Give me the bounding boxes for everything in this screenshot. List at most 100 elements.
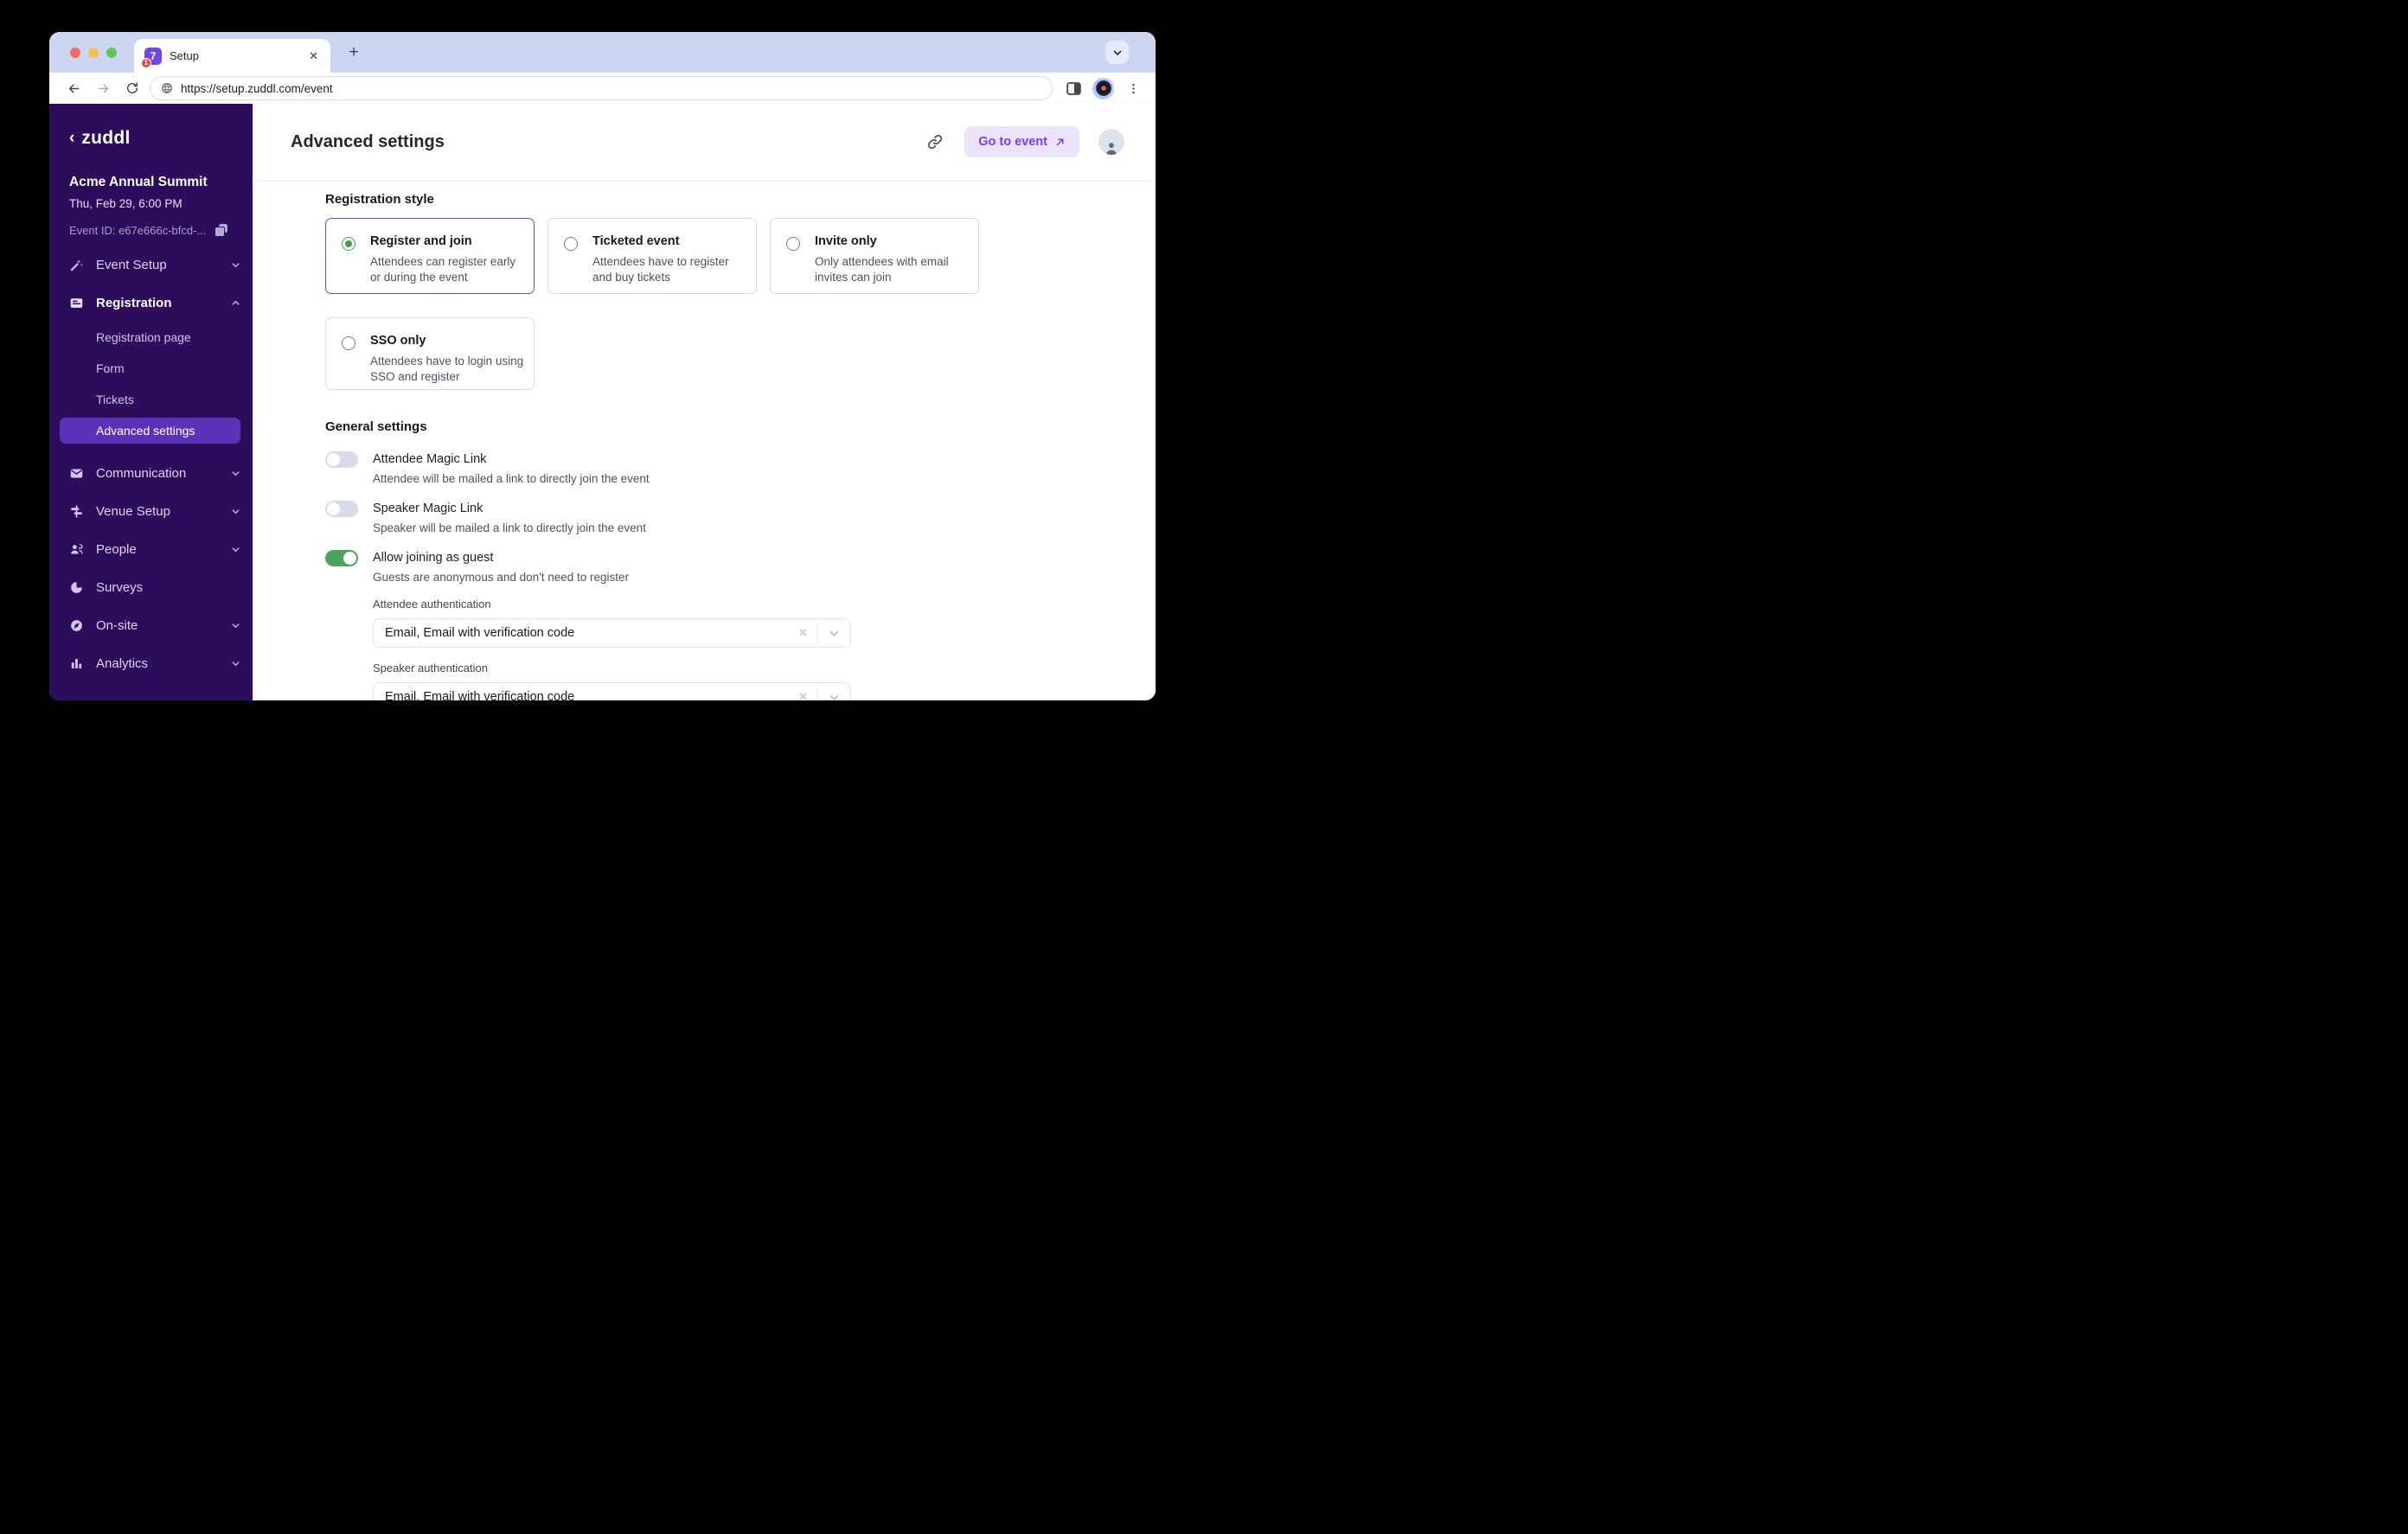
person-icon (1106, 143, 1117, 155)
desktop: { "browser": { "tab_title": "Setup", "fa… (0, 0, 1204, 767)
user-avatar[interactable] (1098, 129, 1124, 155)
select-value: Email, Email with verification code (385, 690, 575, 700)
select-value: Email, Email with verification code (385, 626, 575, 640)
close-window-button[interactable] (70, 48, 80, 58)
browser-tab-strip: 7 1 Setup ✕ + (49, 32, 1156, 73)
registration-style-options: Register and join Attendees can register… (325, 218, 1104, 294)
event-id: Event ID: e67e666c-bfcd-... (69, 224, 207, 237)
copy-link-button[interactable] (925, 131, 945, 152)
minimize-window-button[interactable] (88, 48, 99, 58)
arrow-up-right-icon (1056, 138, 1064, 145)
option-title: Register and join (370, 234, 472, 248)
option-title: SSO only (370, 334, 426, 348)
reload-button[interactable] (122, 78, 143, 99)
zuddl-logo: zuddl (81, 128, 131, 148)
speaker-authentication-label: Speaker authentication (373, 662, 488, 674)
sidebar-item-communication[interactable]: Communication (49, 458, 253, 488)
sidebar-item-label: Analytics (96, 655, 149, 671)
arrow-left-icon (68, 84, 79, 93)
chevron-down-icon (230, 260, 240, 270)
advanced-settings-content: Registration style Register and join Att… (253, 180, 1156, 700)
toggle-description: Guests are anonymous and don't need to r… (373, 571, 630, 584)
globe-icon (162, 83, 172, 93)
attendee-magic-link-row: Attendee Magic Link Attendee will be mai… (325, 451, 1104, 487)
radio-checked-icon[interactable] (342, 237, 355, 251)
sidebar-item-label: Venue Setup (96, 503, 170, 519)
sidebar-item-form[interactable]: Form (60, 355, 240, 381)
event-datetime: Thu, Feb 29, 6:00 PM (69, 197, 183, 210)
browser-tab-setup[interactable]: 7 1 Setup ✕ (134, 39, 330, 73)
sidebar-item-label: People (96, 541, 137, 557)
page-title: Advanced settings (291, 131, 445, 151)
radio-unchecked-icon[interactable] (564, 237, 578, 251)
chevron-down-icon[interactable] (817, 692, 850, 701)
chevron-down-icon[interactable] (817, 628, 850, 639)
option-description: Attendees can register early or during t… (370, 255, 516, 284)
registration-style-heading: Registration style (325, 192, 434, 207)
zuddl-favicon-icon: 7 1 (141, 47, 162, 68)
option-description: Attendees have to login using SSO and re… (370, 355, 524, 383)
attendee-authentication-label: Attendee authentication (373, 598, 491, 610)
envelope-icon (69, 466, 84, 481)
attendee-authentication-select[interactable]: Email, Email with verification code ✕ (373, 618, 851, 648)
sidebar-item-registration-page[interactable]: Registration page (60, 324, 240, 350)
sidebar-item-event-setup[interactable]: Event Setup (49, 250, 253, 279)
main-panel: Advanced settings Go to event Registrati… (253, 104, 1156, 700)
sidebar-item-analytics[interactable]: Analytics (49, 649, 253, 678)
option-invite-only[interactable]: Invite only Only attendees with email in… (770, 218, 979, 294)
go-to-event-button[interactable]: Go to event (964, 126, 1079, 157)
speaker-authentication-select[interactable]: Email, Email with verification code ✕ (373, 682, 851, 700)
option-description: Attendees have to register and buy ticke… (592, 255, 729, 284)
registration-card-icon (69, 296, 84, 310)
side-panel-icon (1066, 81, 1081, 95)
sidebar-item-advanced-settings[interactable]: Advanced settings (60, 418, 240, 444)
page-header: Advanced settings Go to event (253, 104, 1156, 180)
browser-menu-button[interactable] (1123, 78, 1143, 99)
radio-unchecked-icon[interactable] (342, 336, 355, 350)
allow-guest-toggle[interactable] (325, 550, 358, 566)
option-title: Invite only (815, 234, 877, 248)
sidebar-item-registration[interactable]: Registration (49, 288, 253, 317)
toggle-label: Speaker Magic Link (373, 502, 484, 515)
general-settings-toggles: Attendee Magic Link Attendee will be mai… (325, 451, 1104, 585)
sidebar-item-surveys[interactable]: Surveys (49, 572, 253, 602)
side-panel-button[interactable] (1063, 78, 1084, 99)
pie-chart-icon (69, 580, 84, 595)
sidebar-item-venue-setup[interactable]: Venue Setup (49, 496, 253, 526)
arrow-right-icon (98, 84, 108, 93)
sidebar-item-onsite[interactable]: On-site (49, 610, 253, 640)
forward-button[interactable] (93, 78, 113, 99)
option-sso-only[interactable]: SSO only Attendees have to login using S… (325, 317, 535, 390)
back-button[interactable] (63, 78, 84, 99)
address-bar[interactable]: https://setup.zuddl.com/event (150, 76, 1053, 100)
sidebar-logo: ‹ zuddl (49, 128, 253, 149)
clear-selection-icon[interactable]: ✕ (790, 690, 817, 700)
chevron-down-icon (230, 621, 240, 630)
chevron-down-icon (1113, 50, 1121, 55)
tab-search-chevron-button[interactable] (1105, 41, 1129, 64)
sidebar-item-people[interactable]: People (49, 534, 253, 564)
new-tab-button[interactable]: + (343, 42, 364, 63)
authentication-settings: Attendee authentication Email, Email wit… (373, 598, 1104, 700)
chevron-down-icon (230, 545, 240, 554)
general-settings-heading: General settings (325, 419, 427, 434)
option-ticketed-event[interactable]: Ticketed event Attendees have to registe… (548, 218, 757, 294)
clear-selection-icon[interactable]: ✕ (790, 626, 817, 640)
speaker-magic-link-toggle[interactable] (325, 501, 358, 517)
browser-profile-avatar[interactable] (1092, 77, 1114, 99)
collapse-sidebar-icon[interactable]: ‹ (69, 130, 74, 146)
sidebar-item-label: Registration (96, 295, 172, 310)
sidebar-item-tickets[interactable]: Tickets (60, 387, 240, 412)
magic-wand-icon (69, 258, 84, 272)
close-tab-icon[interactable]: ✕ (305, 48, 322, 65)
tab-title: Setup (170, 49, 199, 62)
copy-icon[interactable] (215, 224, 228, 237)
chevron-down-icon (230, 507, 240, 516)
radio-unchecked-icon[interactable] (786, 237, 800, 251)
compass-icon (69, 618, 84, 633)
maximize-window-button[interactable] (106, 48, 117, 58)
attendee-magic-link-toggle[interactable] (325, 451, 358, 468)
url-text: https://setup.zuddl.com/event (181, 81, 333, 95)
browser-window: 7 1 Setup ✕ + https://setup.zuddl.com/ev… (49, 32, 1156, 700)
option-register-and-join[interactable]: Register and join Attendees can register… (325, 218, 535, 294)
